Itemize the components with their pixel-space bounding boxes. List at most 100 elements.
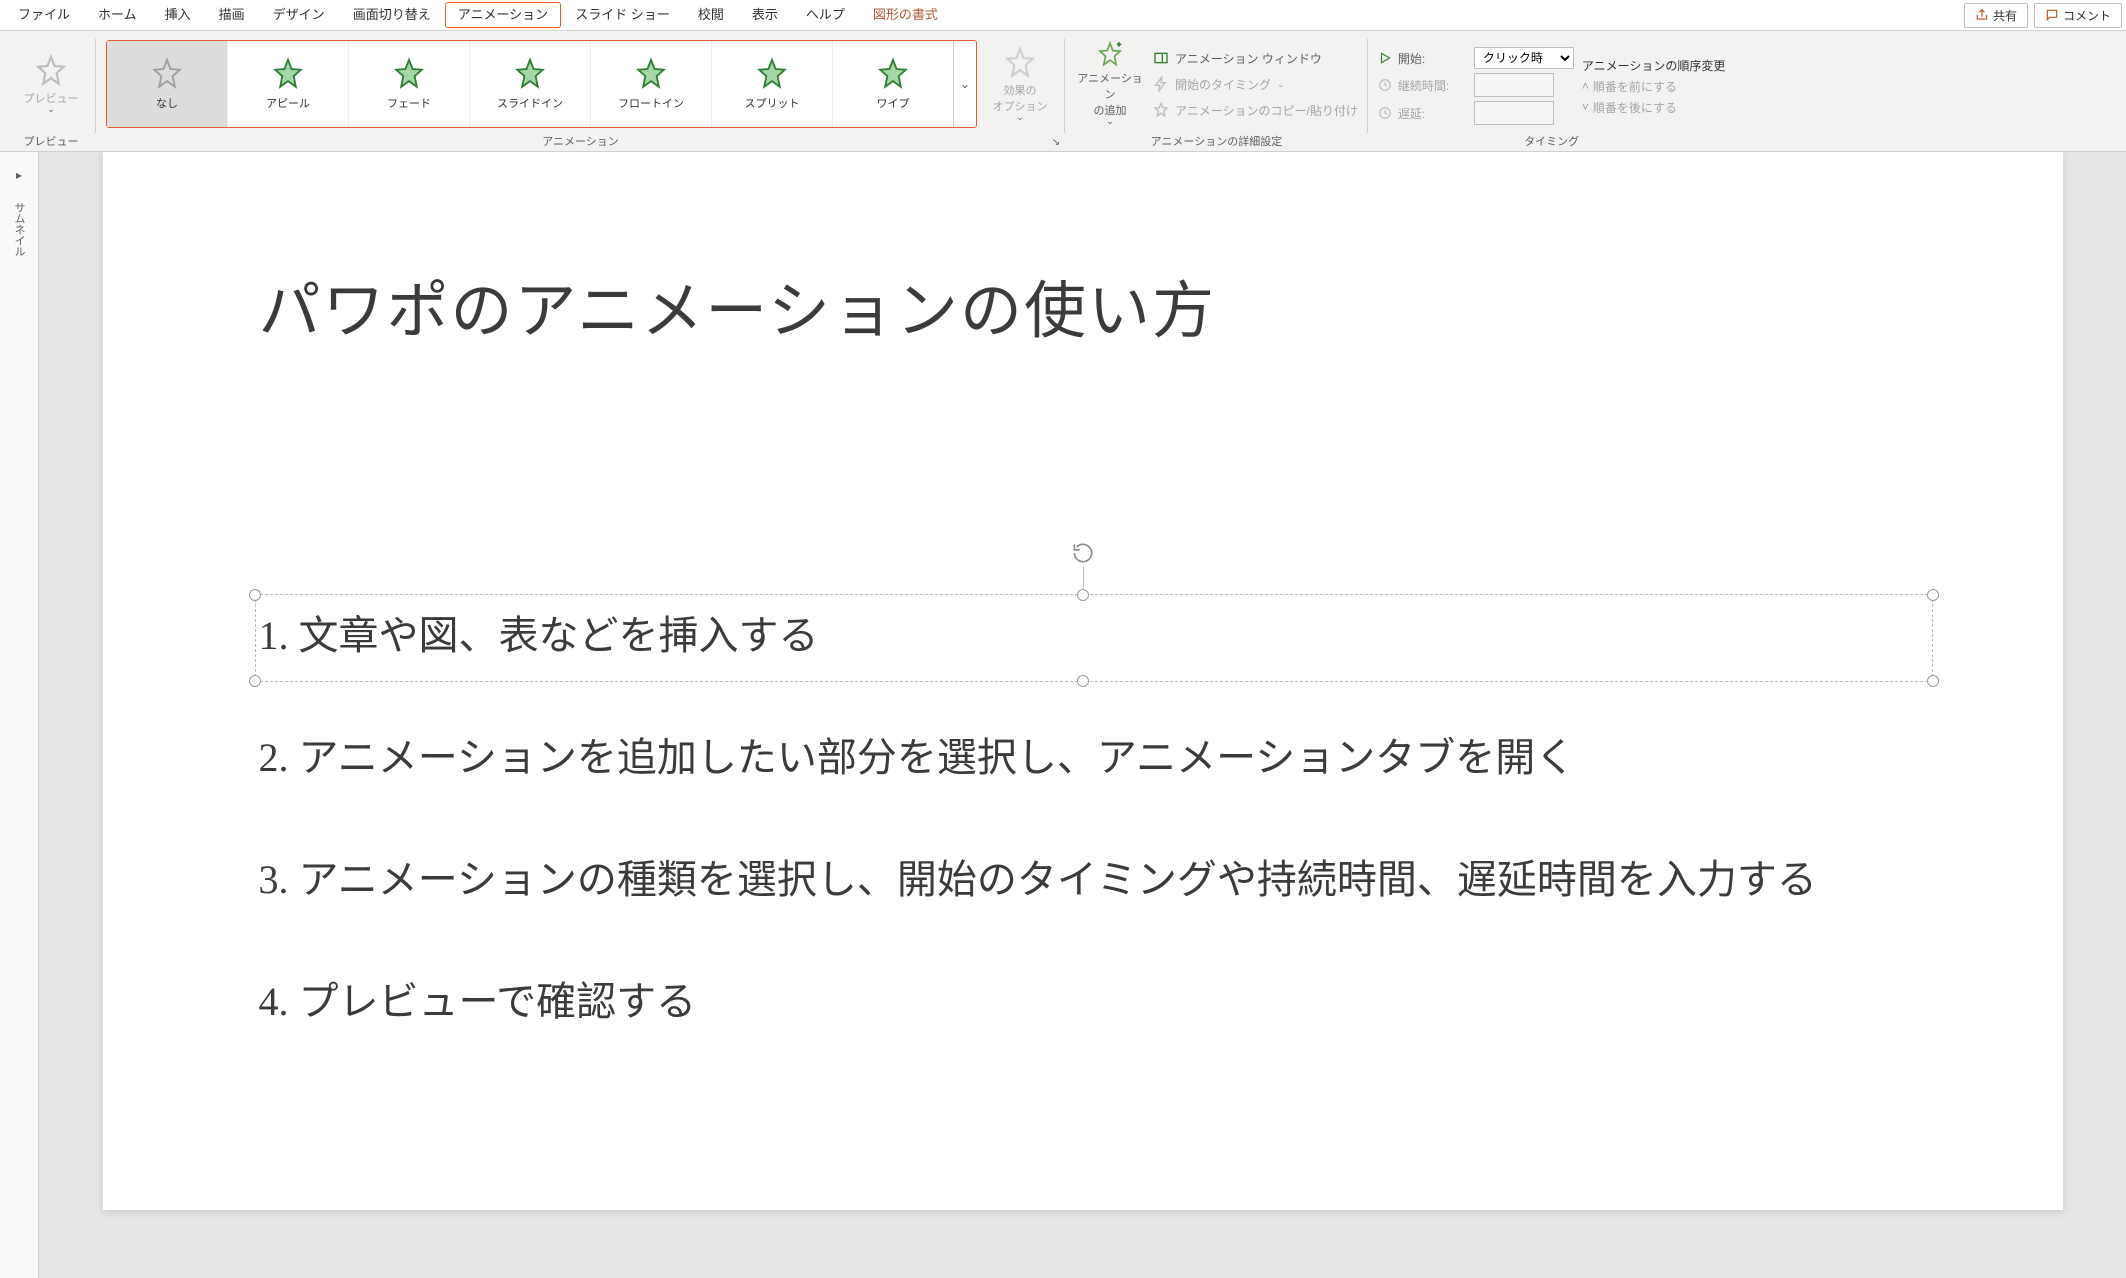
chevron-down-icon: ⌄ [47,104,55,115]
animation-painter-button[interactable]: アニメーションのコピー/貼り付け [1153,97,1358,123]
reorder-column: アニメーションの順序変更 ˄ 順番を前にする ˅ 順番を後にする [1582,53,1726,116]
group-preview: プレビュー ⌄ プレビュー [6,31,96,151]
animation-item-label: ワイプ [877,95,910,111]
chevron-down-icon: ⌄ [1016,112,1024,123]
tab-shape-format[interactable]: 図形の書式 [859,1,952,29]
star-icon [876,57,910,91]
add-animation-label: アニメーション の追加 [1075,70,1145,118]
star-plus-icon [1093,41,1127,68]
slide-body[interactable]: 1. 文章や図、表などを挿入する 2. アニメーションを追加したい部分を選択し、… [259,602,1923,1080]
comments-button[interactable]: コメント [2034,3,2122,28]
group-animation-label: アニメーション [106,133,1055,151]
share-icon [1975,8,1989,22]
tab-animations[interactable]: アニメーション [445,2,561,28]
group-advanced-label: アニメーションの詳細設定 [1075,133,1358,151]
star-icon [392,57,426,91]
chevron-down-icon: ⌄ [1106,116,1114,127]
bullet-item[interactable]: 4. プレビューで確認する [259,968,1923,1036]
share-label: 共有 [1993,7,2017,24]
rotation-handle-icon[interactable] [1070,540,1096,566]
animation-none[interactable]: なし [107,41,228,127]
move-later-label: 順番を後にする [1593,99,1677,116]
tab-file[interactable]: ファイル [4,1,84,29]
resize-handle[interactable] [1927,589,1939,601]
animation-wipe[interactable]: ワイプ [833,41,953,127]
bullet-item[interactable]: 3. アニメーションの種類を選択し、開始のタイミングや持続時間、遅延時間を入力す… [259,846,1923,914]
trigger-icon [1153,76,1169,92]
slide-canvas[interactable]: パワポのアニメーションの使い方 1. 文章や図、表などを挿入する 2. アニメー… [103,152,2063,1210]
trigger-label: 開始のタイミング [1175,76,1271,93]
animation-split[interactable]: スプリット [712,41,833,127]
ribbon-tabs: ファイル ホーム 挿入 描画 デザイン 画面切り替え アニメーション スライド … [4,0,952,30]
move-later-button[interactable]: ˅ 順番を後にする [1582,99,1726,116]
group-animation: なし アピールフェード スライドインフロートイン スプリット ワイプ ⌄ 効果の オプシ… [96,31,1065,151]
animation-item-label: なし [156,95,178,111]
animation-item-label: フロートイン [618,95,684,111]
star-effect-icon [1003,46,1037,80]
tab-draw[interactable]: 描画 [205,1,259,29]
duration-input[interactable] [1474,73,1554,97]
move-earlier-button[interactable]: ˄ 順番を前にする [1582,78,1726,95]
tab-review[interactable]: 校閲 [684,1,738,29]
slide-title[interactable]: パワポのアニメーションの使い方 [259,260,1217,350]
animation-item-label: スプリット [745,95,800,111]
tab-view[interactable]: 表示 [738,1,792,29]
clock-delay-icon [1378,106,1392,120]
tab-insert[interactable]: 挿入 [151,1,205,29]
animation-floatin[interactable]: フロートイン [591,41,712,127]
group-timing-label: タイミング [1378,133,1726,151]
clock-icon [1378,78,1392,92]
thumbnail-panel-label: サムネイル [11,202,27,257]
preview-button[interactable]: プレビュー ⌄ [16,41,86,127]
delay-row: 遅延: [1378,101,1574,125]
pane-icon [1153,50,1169,66]
star-icon [513,57,547,91]
tab-design[interactable]: デザイン [259,1,339,29]
add-animation-button[interactable]: アニメーション の追加 ⌄ [1075,41,1145,127]
workspace: ▸ サムネイル パワポのアニメーションの使い方 1. 文章や図、表などを挿入する… [0,152,2126,1278]
animation-appear[interactable]: アピール [228,41,349,127]
trigger-button[interactable]: 開始のタイミング ⌄ [1153,71,1358,97]
tab-transitions[interactable]: 画面切り替え [339,1,445,29]
duration-row: 継続時間: [1378,73,1574,97]
thumbnail-panel: ▸ サムネイル [0,152,39,1278]
effect-options-button[interactable]: 効果の オプション ⌄ [985,41,1055,127]
delay-label: 遅延: [1398,105,1468,122]
tab-strip: ファイル ホーム 挿入 描画 デザイン 画面切り替え アニメーション スライド … [0,0,2126,31]
duration-label: 継続時間: [1398,77,1468,94]
animation-pane-label: アニメーション ウィンドウ [1175,50,1322,67]
arrow-down-icon: ˅ [1582,100,1589,114]
tab-slideshow[interactable]: スライド ショー [561,1,684,29]
animation-slidein[interactable]: スライドイン [470,41,591,127]
delay-input[interactable] [1474,101,1554,125]
gallery-more-button[interactable]: ⌄ [953,41,976,127]
star-icon [150,57,184,91]
move-earlier-label: 順番を前にする [1593,78,1677,95]
comment-icon [2045,8,2059,22]
thumbnail-toggle[interactable]: ▸ [16,168,22,182]
animation-pane-button[interactable]: アニメーション ウィンドウ [1153,45,1358,71]
animation-gallery: なし アピールフェード スライドインフロートイン スプリット ワイプ ⌄ [106,40,977,128]
resize-handle[interactable] [1077,589,1089,601]
bullet-item[interactable]: 1. 文章や図、表などを挿入する [259,602,1923,670]
tab-help[interactable]: ヘルプ [792,1,859,29]
animation-dialog-launcher[interactable]: ↘ [1049,135,1063,149]
resize-handle[interactable] [249,589,261,601]
group-advanced: アニメーション の追加 ⌄ アニメーション ウィンドウ 開始のタイミング ⌄ ア… [1065,31,1368,151]
chevron-down-icon: ⌄ [1277,79,1285,90]
star-icon [271,57,305,91]
reorder-header: アニメーションの順序変更 [1582,57,1726,74]
arrow-up-icon: ˄ [1582,79,1589,93]
share-button[interactable]: 共有 [1964,3,2028,28]
bullet-item[interactable]: 2. アニメーションを追加したい部分を選択し、アニメーションタブを開く [259,724,1923,792]
slide-area[interactable]: パワポのアニメーションの使い方 1. 文章や図、表などを挿入する 2. アニメー… [39,152,2126,1278]
start-row: 開始: クリック時 [1378,47,1574,69]
star-icon [634,57,668,91]
star-icon [755,57,789,91]
group-timing: 開始: クリック時 継続時間: 遅延: アニメーションの順序変更 [1368,31,1736,151]
animation-item-label: フェード [387,95,431,111]
animation-fade[interactable]: フェード [349,41,470,127]
start-select[interactable]: クリック時 [1474,47,1574,69]
resize-handle[interactable] [1927,675,1939,687]
tab-home[interactable]: ホーム [84,1,151,29]
